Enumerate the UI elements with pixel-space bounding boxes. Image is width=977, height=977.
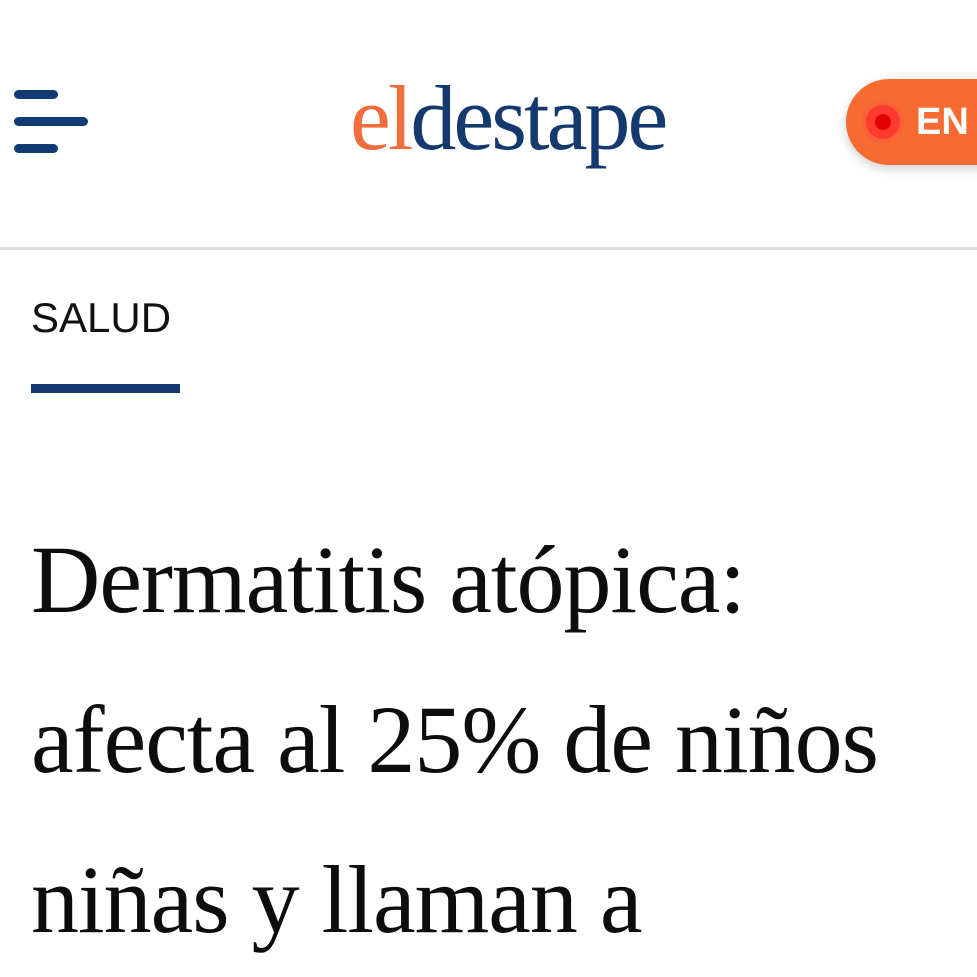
live-button[interactable]: EN V (846, 79, 977, 165)
section-label[interactable]: SALUD (31, 292, 171, 344)
logo-destape: destape (410, 67, 668, 169)
logo-el: el (350, 67, 413, 169)
site-header: eldestape EN V (0, 0, 977, 250)
section-underline (31, 384, 180, 393)
headline-line: Dermatitis atópica: (31, 526, 746, 633)
article-headline: Dermatitis atópica: afecta al 25% de niñ… (31, 500, 977, 977)
hamburger-menu-icon[interactable] (14, 88, 90, 156)
live-button-label: EN V (916, 101, 977, 143)
live-dot-icon (866, 105, 900, 139)
headline-line: afecta al 25% de niños (31, 686, 879, 793)
site-logo[interactable]: eldestape (350, 58, 668, 178)
page: eldestape EN V SALUD Dermatitis atópica:… (0, 0, 977, 977)
menu-bar (14, 90, 58, 99)
menu-bar (14, 144, 58, 153)
headline-line: niñas y llaman a (31, 846, 642, 953)
menu-bar (14, 117, 88, 126)
